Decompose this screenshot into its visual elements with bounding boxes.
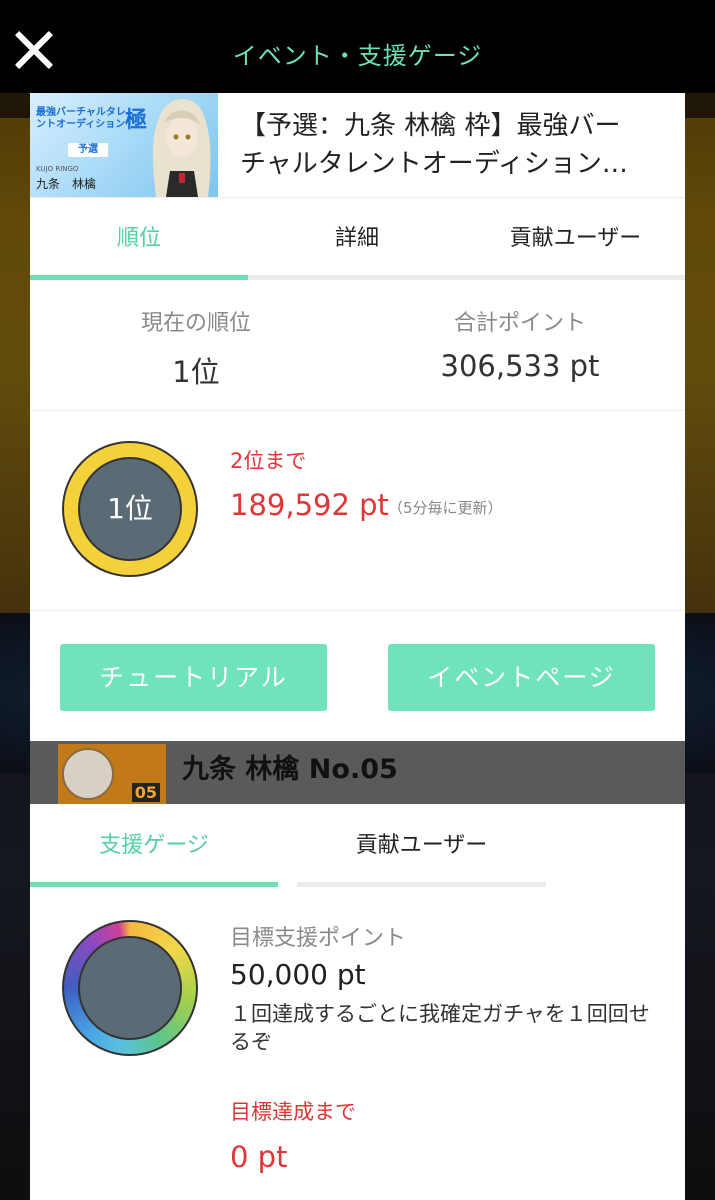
rank-badge-ring: 1位 bbox=[62, 441, 198, 577]
tab-active-indicator bbox=[30, 882, 278, 887]
event-ranking-card: 最強バーチャルタレントオーディション 極 予選 KUJO RINGO 九条 林檎… bbox=[30, 93, 685, 741]
divider bbox=[30, 610, 685, 611]
tutorial-button[interactable]: チュートリアル bbox=[60, 644, 327, 711]
avatar bbox=[62, 748, 114, 800]
divider bbox=[30, 197, 685, 198]
support-gauge-center bbox=[78, 936, 182, 1040]
next-rank-label: 2位まで bbox=[230, 449, 307, 473]
tab-inactive-track bbox=[297, 882, 546, 887]
talent-strip: 05 九条 林檎 No.05 bbox=[30, 741, 685, 804]
talent-thumbnail: 05 bbox=[58, 744, 166, 804]
total-points-label: 合計ポイント bbox=[453, 311, 586, 336]
divider bbox=[30, 410, 685, 411]
tab-active-indicator bbox=[30, 275, 248, 280]
tab-rank[interactable]: 順位 bbox=[30, 213, 248, 265]
update-interval-note: （5分毎に更新） bbox=[388, 499, 503, 517]
talent-portrait-image bbox=[152, 99, 211, 197]
next-rank-points: 189,592 pt bbox=[230, 488, 389, 522]
tab-support-contributors[interactable]: 貢献ユーザー bbox=[297, 820, 546, 872]
banner-stage-badge: 予選 bbox=[68, 143, 108, 157]
rank-badge-text: 1位 bbox=[78, 457, 182, 561]
support-tabs: 支援ゲージ 貢献ユーザー bbox=[30, 820, 685, 872]
banner-logo-text: 最強バーチャルタレントオーディション bbox=[36, 107, 126, 130]
total-points-value: 306,533 pt bbox=[440, 349, 600, 383]
target-description: １回達成するごとに我確定ガチャを１回回せるぞ bbox=[230, 1002, 650, 1054]
event-title[interactable]: 【予選：九条 林檎 枠】最強バー チャルタレントオーディション… bbox=[240, 107, 670, 183]
banner-romaji: KUJO RINGO bbox=[36, 165, 79, 173]
tab-contributors[interactable]: 貢献ユーザー bbox=[466, 213, 685, 265]
current-rank-label: 現在の順位 bbox=[140, 311, 251, 336]
banner-name: 九条 林檎 bbox=[36, 177, 97, 191]
talent-number-badge: 05 bbox=[131, 783, 160, 802]
event-banner[interactable]: 最強バーチャルタレントオーディション 極 予選 KUJO RINGO 九条 林檎 bbox=[30, 93, 218, 197]
page-title: イベント・支援ゲージ bbox=[232, 42, 483, 70]
remaining-label: 目標達成まで bbox=[230, 1100, 356, 1124]
talent-name: 九条 林檎 No.05 bbox=[182, 754, 398, 785]
support-gauge-card: 支援ゲージ 貢献ユーザー 目標支援ポイント 50,000 pt １回達成するごと… bbox=[30, 804, 685, 1200]
event-page-button[interactable]: イベントページ bbox=[388, 644, 655, 711]
support-gauge-ring bbox=[62, 920, 198, 1056]
target-points-label: 目標支援ポイント bbox=[230, 926, 407, 951]
tab-details[interactable]: 詳細 bbox=[248, 213, 466, 265]
target-points-value: 50,000 pt bbox=[230, 958, 366, 991]
event-title-line1: 【予選：九条 林檎 枠】最強バー bbox=[240, 111, 621, 141]
ranking-tabs: 順位 詳細 貢献ユーザー bbox=[30, 213, 685, 265]
tab-support-gauge[interactable]: 支援ゲージ bbox=[30, 820, 278, 872]
event-title-line2: チャルタレントオーディション… bbox=[240, 149, 628, 179]
top-bar: イベント・支援ゲージ bbox=[0, 0, 715, 93]
remaining-points: 0 pt bbox=[230, 1140, 288, 1174]
current-rank-value: 1位 bbox=[172, 355, 220, 389]
